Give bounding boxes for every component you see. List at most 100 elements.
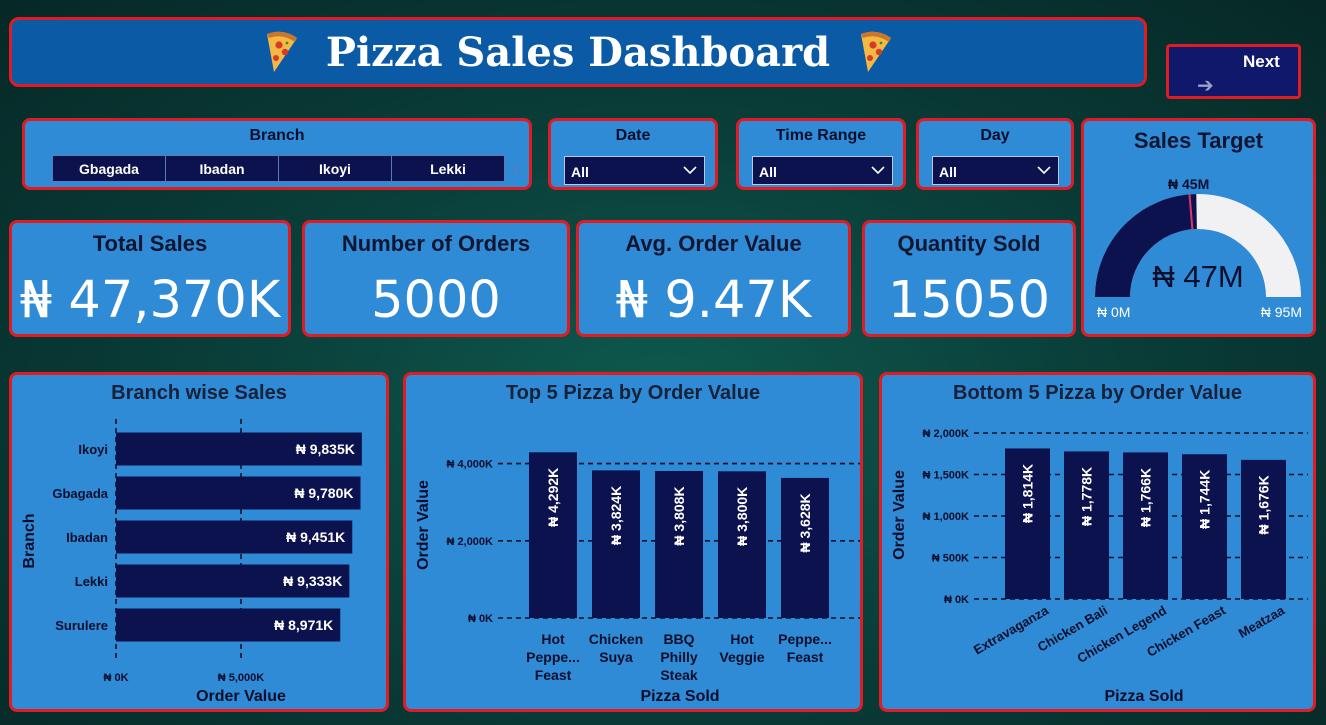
time-range-slicer: Time Range All	[736, 118, 906, 190]
dashboard-header: Pizza Sales Dashboard	[9, 17, 1147, 87]
data-label: ₦ 9,333K	[283, 573, 342, 589]
day-dropdown[interactable]: All	[932, 156, 1059, 185]
day-slicer-title: Day	[980, 127, 1010, 144]
bottom5-chart-card: Bottom 5 Pizza by Order Value ₦ 0K ₦ 500K…	[879, 372, 1316, 712]
data-label: ₦ 1,744K	[1197, 470, 1213, 529]
data-label: ₦ 9,835K	[296, 441, 355, 457]
branch-option-lekki[interactable]: Lekki	[391, 155, 505, 182]
quantity-value: 15050	[887, 271, 1051, 330]
category-label: Hot	[541, 631, 565, 647]
category-label: Peppe...	[526, 649, 580, 665]
quantity-title: Quantity Sold	[897, 231, 1041, 256]
tick-label: ₦ 2,000K	[447, 536, 494, 548]
gauge-target-label: ₦ 45M	[1168, 176, 1209, 192]
pizza-slice-icon	[266, 31, 297, 72]
page-title: Pizza Sales Dashboard	[325, 28, 831, 76]
sales-target-gauge: ₦ 45M ₦ 47M ₦ 0M ₦ 95M	[1095, 176, 1302, 320]
data-label: ₦ 3,824K	[608, 486, 624, 545]
category-label: Gbagada	[52, 486, 108, 501]
top5-chart-card: Top 5 Pizza by Order Value ₦ 0K ₦ 2,000K ₦…	[403, 372, 863, 712]
bottom5-chart: ₦ 0K ₦ 500K ₦ 1,000K ₦ 1,500K ₦ 2,000K ₦ 1,81…	[891, 428, 1308, 705]
orders-card: Number of Orders 5000	[302, 220, 570, 337]
category-label: Feast	[535, 667, 572, 683]
avg-order-value: ₦ 9.47K	[615, 271, 812, 330]
tick-label: ₦ 5,000K	[218, 672, 265, 684]
gauge-min-label: ₦ 0M	[1097, 304, 1130, 320]
pizza-slice-icon	[861, 31, 892, 72]
chevron-down-icon	[871, 166, 885, 175]
branch-slicer-title: Branch	[249, 127, 305, 144]
time-range-slicer-title: Time Range	[775, 127, 867, 144]
category-label: Philly	[660, 649, 698, 665]
top5-chart: ₦ 0K ₦ 2,000K ₦ 4,000K ₦ 4,292K Hot Peppe... F…	[415, 452, 860, 705]
orders-value: 5000	[371, 271, 501, 330]
time-range-dropdown[interactable]: All	[752, 156, 893, 185]
arrow-right-icon: ➔	[1197, 75, 1214, 97]
tick-label: ₦ 1,500K	[923, 470, 970, 482]
orders-title: Number of Orders	[341, 231, 531, 256]
avg-order-card: Avg. Order Value ₦ 9.47K	[576, 220, 851, 337]
tick-label: ₦ 1,000K	[923, 511, 970, 523]
date-dropdown[interactable]: All	[564, 156, 705, 185]
category-label: Meatzaa	[1236, 602, 1288, 641]
total-sales-card: Total Sales ₦ 47,370K	[9, 220, 291, 337]
data-label: ₦ 1,766K	[1138, 468, 1154, 527]
data-label: ₦ 9,780K	[294, 485, 353, 501]
chevron-right-icon[interactable]: ›	[512, 155, 519, 183]
data-label: ₦ 8,971K	[274, 617, 333, 633]
branch-slicer: Branch Gbagada Ibadan Ikoyi Lekki ›	[22, 118, 532, 190]
category-label: Lekki	[75, 574, 108, 589]
data-label: ₦ 1,814K	[1020, 464, 1036, 523]
date-slicer-title: Date	[615, 127, 651, 144]
x-axis-title: Pizza Sold	[1104, 688, 1183, 705]
day-slicer: Day All	[916, 118, 1074, 190]
data-label: ₦ 9,451K	[286, 529, 345, 545]
tick-label: ₦ 4,000K	[447, 459, 494, 471]
gauge-value-label: ₦ 47M	[1152, 259, 1243, 294]
y-axis-title: Order Value	[415, 480, 432, 570]
chevron-down-icon	[683, 166, 697, 175]
data-label: ₦ 3,800K	[734, 487, 750, 546]
data-label: ₦ 1,676K	[1256, 475, 1272, 534]
category-label: Steak	[660, 667, 698, 683]
time-range-dropdown-value: All	[759, 164, 777, 180]
total-sales-title: Total Sales	[92, 231, 208, 256]
next-button-label: Next	[1243, 52, 1280, 71]
avg-order-title: Avg. Order Value	[625, 231, 802, 256]
category-label: Peppe...	[778, 631, 832, 647]
x-axis-title: Pizza Sold	[640, 688, 719, 705]
date-slicer: Date All	[548, 118, 718, 190]
total-sales-value: ₦ 47,370K	[19, 271, 281, 330]
category-label: Surulere	[55, 618, 108, 633]
branch-option-ikoyi[interactable]: Ikoyi	[278, 155, 392, 182]
quantity-card: Quantity Sold 15050	[862, 220, 1076, 337]
branch-sales-chart-card: Branch wise Sales ₦ 0K ₦ 5,000K ₦ 9,835K Ik…	[9, 372, 389, 712]
tick-label: ₦ 500K	[932, 553, 969, 565]
tick-label: ₦ 0K	[944, 594, 969, 606]
data-label: ₦ 1,778K	[1079, 467, 1095, 526]
category-label: Hot	[730, 631, 754, 647]
category-label: Ibadan	[66, 530, 108, 545]
tick-label: ₦ 0K	[468, 613, 493, 625]
sales-target-title: Sales Target	[1133, 128, 1264, 153]
y-axis-title: Order Value	[891, 470, 908, 560]
tick-label: ₦ 2,000K	[923, 428, 970, 440]
gauge-max-label: ₦ 95M	[1261, 304, 1302, 320]
data-label: ₦ 3,808K	[671, 486, 687, 545]
branch-option-ibadan[interactable]: Ibadan	[165, 155, 279, 182]
category-label: Feast	[787, 649, 824, 665]
y-axis-title: Branch	[21, 513, 38, 568]
category-label: BBQ	[663, 631, 694, 647]
next-button[interactable]: Next ➔	[1166, 44, 1301, 99]
data-label: ₦ 3,628K	[797, 493, 813, 552]
day-dropdown-value: All	[939, 164, 957, 180]
chevron-down-icon	[1037, 166, 1051, 175]
date-dropdown-value: All	[571, 164, 589, 180]
category-label: Ikoyi	[78, 442, 108, 457]
tick-label: ₦ 0K	[103, 672, 128, 684]
branch-option-gbagada[interactable]: Gbagada	[52, 155, 166, 182]
category-label: Chicken	[589, 631, 643, 647]
branch-sales-chart: ₦ 0K ₦ 5,000K ₦ 9,835K Ikoyi ₦ 9,780K Gbagada…	[21, 419, 362, 705]
data-label: ₦ 4,292K	[545, 468, 561, 527]
x-axis-title: Order Value	[196, 688, 286, 705]
